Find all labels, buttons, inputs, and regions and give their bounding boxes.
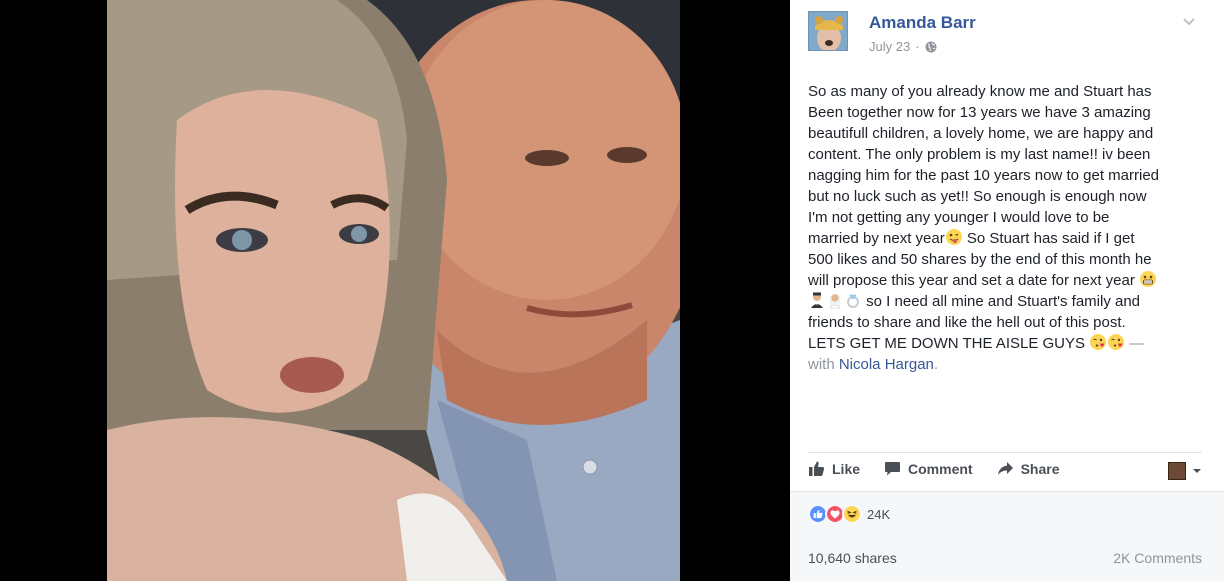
comment-button[interactable]: Comment <box>884 460 973 477</box>
kissing-heart-emoji-icon <box>1090 334 1107 350</box>
thumbs-up-icon <box>809 461 825 476</box>
author-avatar[interactable] <box>808 11 848 51</box>
ring-emoji-icon <box>847 294 859 308</box>
bride-emoji-icon <box>829 294 841 309</box>
comment-icon <box>885 462 901 476</box>
post-as-selector[interactable] <box>1168 462 1202 480</box>
post-line: nagging him for the past 10 years now to… <box>808 167 1160 184</box>
chevron-down-icon[interactable] <box>1182 14 1196 28</box>
post-line-text: So Stuart has said if I get <box>962 230 1135 247</box>
post-line-text: LETS GET ME DOWN THE AISLE GUYS <box>808 335 1090 352</box>
author-name-link[interactable]: Amanda Barr <box>869 13 976 33</box>
groom-emoji-icon <box>811 292 823 308</box>
user-mini-avatar <box>1168 462 1186 480</box>
post-line-text: — <box>1125 335 1145 352</box>
post-line: 500 likes and 50 shares by the end of th… <box>808 251 1152 268</box>
post-line: content. The only problem is my last nam… <box>808 146 1151 163</box>
comment-label: Comment <box>908 460 973 477</box>
meta-separator: · <box>915 39 920 54</box>
post-line: will propose this year and set a date fo… <box>808 270 1208 291</box>
haha-reaction-icon <box>842 504 862 524</box>
post-line: so I need all mine and Stuart's family a… <box>808 291 1208 312</box>
comments-count-link[interactable]: 2K Comments <box>1113 550 1202 566</box>
share-label: Share <box>1020 460 1060 477</box>
post-line: Been together now for 13 years we have 3… <box>808 104 1151 121</box>
post-line-text: so I need all mine and Stuart's family a… <box>862 293 1141 310</box>
grimacing-emoji-icon <box>1140 271 1157 287</box>
post-photo[interactable] <box>107 0 680 581</box>
post-line: but no luck such as yet!! So enough is e… <box>808 188 1147 205</box>
post-body: So as many of you already know me and St… <box>808 81 1208 375</box>
post-line-text: will propose this year and set a date fo… <box>808 272 1140 289</box>
share-arrow-icon <box>997 462 1013 475</box>
caret-down-icon <box>1193 469 1201 473</box>
winking-tongue-emoji-icon <box>945 229 962 245</box>
divider <box>808 452 1202 453</box>
post-line-text: married by next year <box>808 230 945 247</box>
post-line: So as many of you already know me and St… <box>808 83 1152 100</box>
post-line-text: . <box>933 356 939 373</box>
post-line: beautifull children, a lovely home, we a… <box>808 125 1154 142</box>
with-label: with <box>808 356 839 373</box>
post-date[interactable]: July 23 <box>869 39 910 54</box>
post-line: married by next year So Stuart has said … <box>808 228 1208 249</box>
post-actions: Like Comment Share <box>808 460 1060 477</box>
post-line: I'm not getting any younger I would love… <box>808 209 1110 226</box>
globe-icon[interactable] <box>925 41 937 53</box>
shares-count-link[interactable]: 10,640 shares <box>808 550 897 566</box>
reactions-count: 24K <box>867 506 891 522</box>
like-button[interactable]: Like <box>808 460 860 477</box>
photo-viewer <box>0 0 790 581</box>
post-meta: July 23 · <box>869 39 937 54</box>
selfie-illustration <box>107 0 680 581</box>
kissing-heart-emoji-icon <box>1108 334 1125 350</box>
post-line: LETS GET ME DOWN THE AISLE GUYS — <box>808 333 1208 354</box>
post-side-panel: Amanda Barr July 23 · So as many of you … <box>790 0 1224 581</box>
reactions-summary[interactable]: 24K <box>808 504 890 524</box>
share-button[interactable]: Share <box>997 460 1060 477</box>
tagged-friend-link[interactable]: Nicola Hargan <box>839 356 934 373</box>
post-line: friends to share and like the hell out o… <box>808 314 1126 331</box>
like-label: Like <box>832 460 861 477</box>
post-line: with Nicola Hargan. <box>808 354 1208 375</box>
